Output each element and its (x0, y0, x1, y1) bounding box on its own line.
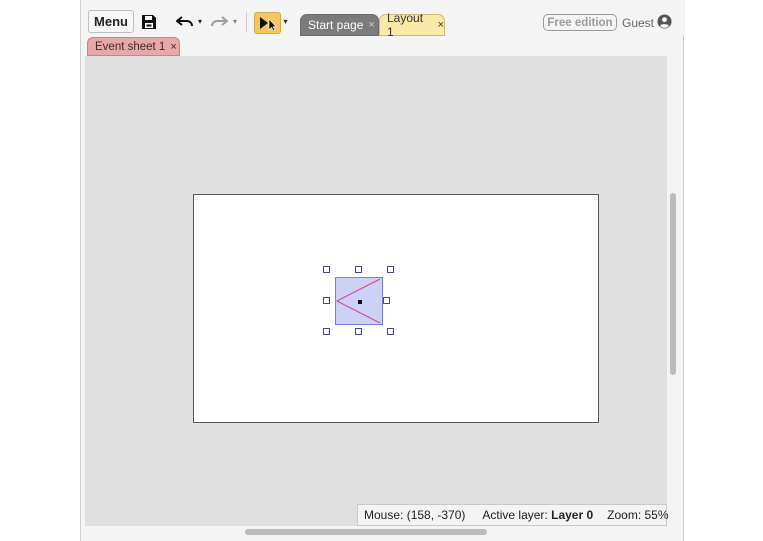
horizontal-scroll-thumb[interactable] (245, 529, 487, 535)
tab-label: Event sheet 1 (95, 40, 166, 53)
layout-canvas[interactable] (85, 56, 667, 526)
close-icon[interactable]: × (438, 19, 444, 31)
resize-handle[interactable] (323, 297, 330, 304)
user-circle-icon[interactable] (657, 14, 672, 29)
mouse-value: (158, -370) (406, 508, 466, 522)
mouse-label: Mouse: (364, 508, 404, 522)
resize-handle[interactable] (387, 328, 394, 335)
resize-handle[interactable] (323, 266, 330, 273)
redo-dropdown-icon[interactable]: ▾ (231, 14, 239, 28)
status-bar: Mouse: (158, -370) Active layer: Layer 0… (357, 504, 669, 526)
mouse-position-status: Mouse: (158, -370) (364, 508, 465, 522)
layer-value: Layer 0 (551, 508, 594, 522)
tab-label: Layout 1 (387, 11, 424, 39)
save-icon[interactable] (139, 12, 159, 32)
undo-dropdown-icon[interactable]: ▾ (196, 14, 204, 28)
tab-layout-1[interactable]: Layout 1 × (379, 11, 445, 39)
redo-icon[interactable] (209, 12, 229, 32)
layout-page[interactable] (193, 194, 599, 423)
close-icon[interactable]: × (170, 41, 176, 53)
layer-label: Active layer: (482, 508, 548, 522)
resize-handle[interactable] (387, 266, 394, 273)
selected-sprite[interactable] (335, 277, 383, 325)
tab-event-sheet-1[interactable]: Event sheet 1 × (87, 37, 180, 56)
vertical-scroll-thumb[interactable] (670, 193, 676, 375)
tab-label: Start page (308, 18, 364, 32)
origin-point[interactable] (358, 300, 362, 304)
zoom-label: Zoom: (607, 508, 642, 522)
close-icon[interactable]: × (368, 19, 374, 31)
user-name-label[interactable]: Guest (622, 16, 654, 30)
select-dropdown-icon[interactable]: ▾ (281, 14, 290, 28)
active-layer-status: Active layer: Layer 0 (482, 508, 593, 522)
resize-handle[interactable] (383, 297, 390, 304)
toolbar-divider (246, 12, 247, 32)
resize-handle[interactable] (355, 266, 362, 273)
app-window: Menu ▾ ▾ ▾ Start page × Layout 1 × Free … (80, 0, 685, 541)
resize-handle[interactable] (355, 328, 362, 335)
edition-badge[interactable]: Free edition (543, 14, 617, 31)
undo-icon[interactable] (175, 12, 195, 32)
zoom-value: 55% (644, 508, 669, 522)
resize-handle[interactable] (323, 328, 330, 335)
tab-start-page[interactable]: Start page × (300, 14, 379, 36)
menu-button[interactable]: Menu (88, 10, 134, 33)
main-toolbar: Menu ▾ ▾ ▾ Start page × Layout 1 × Free … (81, 0, 685, 39)
zoom-status: Zoom: 55% (607, 508, 668, 522)
select-pointer-icon[interactable] (254, 12, 281, 34)
